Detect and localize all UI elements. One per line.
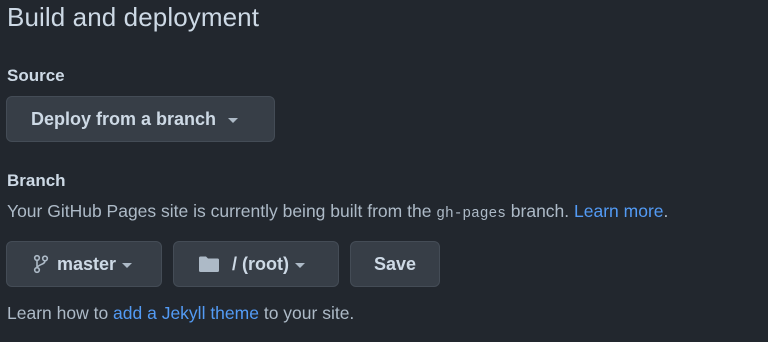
branch-select-button[interactable]: master (6, 241, 162, 287)
folder-icon (198, 255, 220, 273)
source-dropdown-value: Deploy from a branch (31, 108, 217, 129)
branch-description-end: . (663, 201, 669, 221)
branch-label: Branch (7, 171, 66, 190)
add-jekyll-theme-link[interactable]: add a Jekyll theme (113, 303, 259, 323)
branch-description-prefix: Your GitHub Pages site is currently bein… (7, 201, 437, 221)
chevron-down-icon (228, 117, 239, 123)
branch-name-code: gh-pages (436, 206, 506, 222)
source-dropdown-button[interactable]: Deploy from a branch (6, 96, 275, 142)
folder-select-value: / (root) (232, 253, 289, 274)
jekyll-theme-hint: Learn how to add a Jekyll theme to your … (7, 303, 354, 324)
branch-select-value: master (57, 253, 117, 274)
git-branch-icon (33, 254, 49, 274)
section-title: Build and deployment (7, 2, 260, 32)
folder-select-button[interactable]: / (root) (173, 241, 339, 287)
branch-description: Your GitHub Pages site is currently bein… (7, 201, 668, 222)
save-button[interactable]: Save (350, 241, 440, 287)
jekyll-hint-prefix: Learn how to (7, 303, 114, 323)
chevron-down-icon (294, 262, 305, 268)
jekyll-hint-suffix: to your site. (258, 303, 355, 323)
branch-description-suffix: branch. (505, 201, 575, 221)
chevron-down-icon (122, 262, 133, 268)
learn-more-link[interactable]: Learn more (574, 201, 664, 221)
source-label: Source (7, 66, 65, 85)
